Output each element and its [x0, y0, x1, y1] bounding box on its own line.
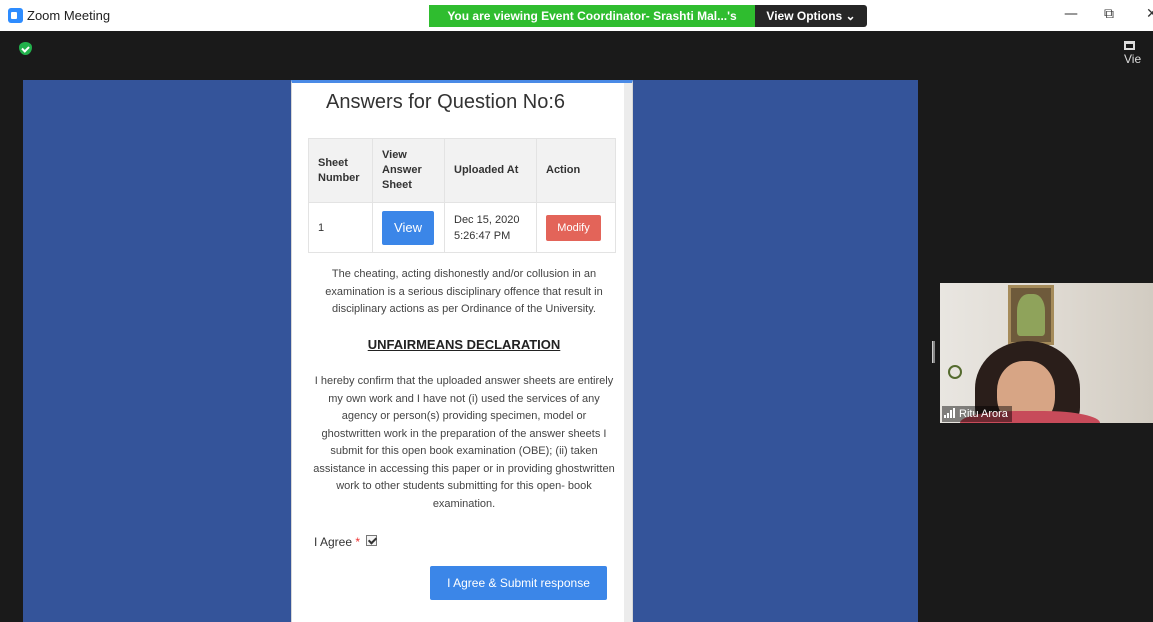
- window-titlebar: Zoom Meeting You are viewing Event Coord…: [0, 0, 1153, 45]
- view-answer-button[interactable]: View: [382, 210, 434, 245]
- signal-strength-icon: [944, 408, 956, 418]
- participant-name-tag: Ritu Arora: [942, 406, 1012, 422]
- cell-sheet-number: 1: [308, 202, 373, 253]
- uploaded-date: Dec 15, 2020: [454, 213, 520, 226]
- cell-view: View: [372, 202, 445, 253]
- participant-name: Ritu Arora: [959, 408, 1008, 420]
- minimize-button[interactable]: —: [1064, 6, 1078, 22]
- agree-submit-button[interactable]: I Agree & Submit response: [430, 566, 607, 600]
- close-button[interactable]: ✕: [1146, 6, 1153, 22]
- panel-resize-handle[interactable]: [932, 341, 935, 363]
- cell-uploaded-at: Dec 15, 2020 5:26:47 PM: [444, 202, 537, 253]
- page-title: Answers for Question No:6: [326, 91, 565, 113]
- plant-decoration: [948, 365, 962, 379]
- page-scrollbar[interactable]: [624, 83, 632, 622]
- zoom-app-icon: [8, 8, 23, 23]
- header-action: Action: [536, 138, 616, 203]
- participant-video-tile[interactable]: Ritu Arora: [940, 283, 1153, 423]
- declaration-body: I hereby confirm that the uploaded answe…: [313, 375, 615, 510]
- table-header-row: Sheet Number View Answer Sheet Uploaded …: [308, 138, 616, 203]
- agree-checkbox[interactable]: [366, 535, 378, 546]
- shared-phone-page: Answers for Question No:6 Sheet Number V…: [291, 80, 633, 622]
- cell-action: Modify: [536, 202, 616, 253]
- answers-table: Sheet Number View Answer Sheet Uploaded …: [308, 138, 616, 253]
- screen-share-banner: You are viewing Event Coordinator- Srash…: [429, 5, 755, 45]
- restore-button[interactable]: ⧉: [1104, 6, 1114, 22]
- table-row: 1 View Dec 15, 2020 5:26:47 PM Modify: [308, 202, 616, 253]
- declaration-heading: UNFAIRMEANS DECLARATION: [367, 337, 561, 352]
- wall-picture-frame: [1008, 285, 1054, 345]
- gallery-grid-icon: [1124, 41, 1135, 50]
- view-layout-button[interactable]: Vie: [1124, 38, 1153, 66]
- header-sheet-number: Sheet Number: [308, 138, 373, 203]
- agree-label: I Agree: [314, 535, 353, 549]
- modify-button[interactable]: Modify: [546, 214, 601, 241]
- view-layout-label: Vie: [1124, 52, 1142, 66]
- required-mark: *: [355, 535, 361, 549]
- window-title: Zoom Meeting: [27, 8, 111, 23]
- view-options-button[interactable]: View Options ⌄: [755, 5, 867, 27]
- header-view-answer-sheet: View Answer Sheet: [372, 138, 445, 203]
- agree-row: I Agree *: [314, 535, 378, 549]
- uploaded-time: 5:26:47 PM: [454, 229, 511, 242]
- header-uploaded-at: Uploaded At: [444, 138, 537, 203]
- cheating-warning-text: The cheating, acting dishonestly and/or …: [325, 268, 603, 315]
- picture-art: [1017, 294, 1045, 336]
